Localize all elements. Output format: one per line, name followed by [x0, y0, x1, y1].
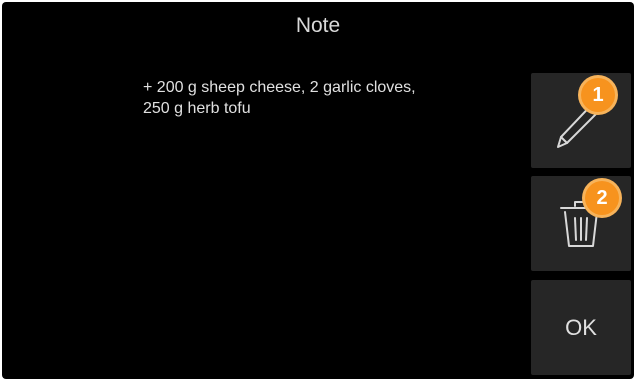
ok-button-label: OK	[565, 315, 597, 340]
edit-button[interactable]	[531, 73, 631, 168]
note-text: + 200 g sheep cheese, 2 garlic cloves, 2…	[143, 79, 416, 117]
callout-badge-2: 2	[585, 181, 619, 215]
note-dialog: Note + 200 g sheep cheese, 2 garlic clov…	[2, 2, 634, 379]
callout-badge-1: 1	[581, 78, 615, 112]
dialog-title: Note	[295, 14, 341, 37]
ok-button[interactable]: OK	[531, 280, 631, 375]
